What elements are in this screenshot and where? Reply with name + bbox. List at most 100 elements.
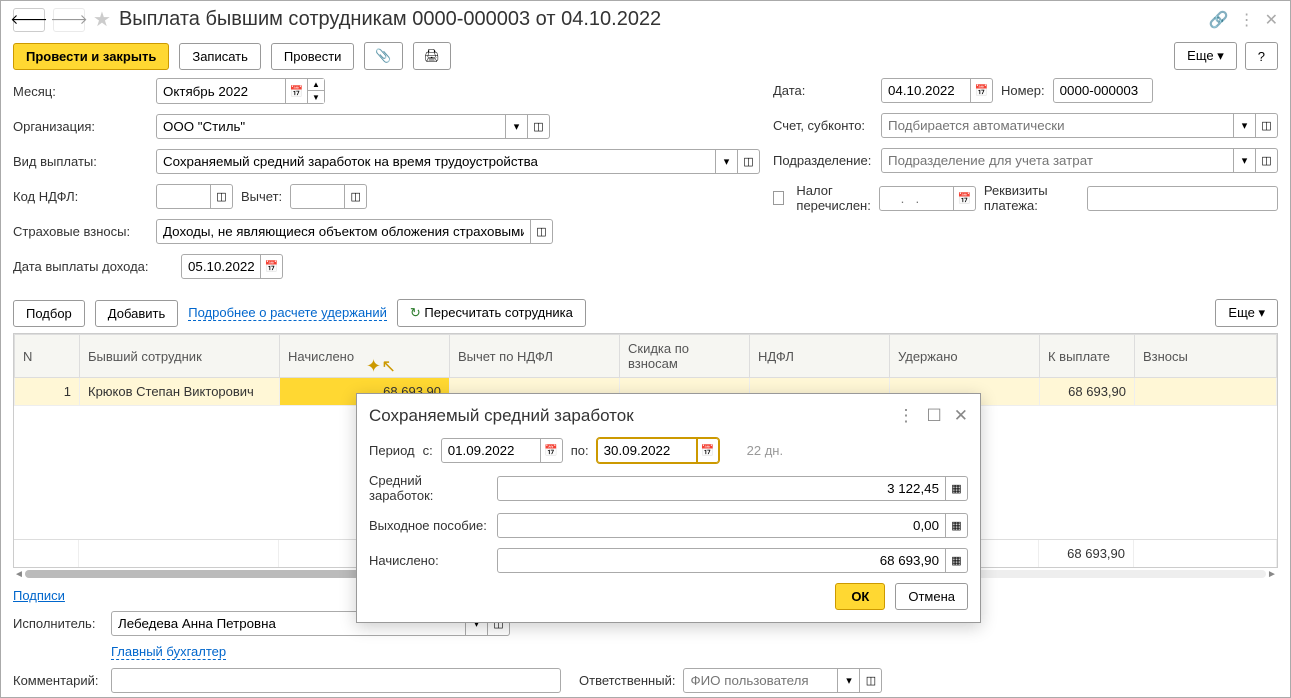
open-icon[interactable]: ◫ (211, 184, 233, 209)
period-to-input[interactable] (597, 438, 697, 463)
total-to-pay: 68 693,90 (1039, 540, 1134, 567)
responsible-label: Ответственный: (579, 673, 675, 688)
number-input[interactable] (1053, 78, 1153, 103)
account-input[interactable] (881, 113, 1234, 138)
open-icon[interactable]: ◫ (860, 668, 882, 693)
month-up[interactable]: ▲ (308, 79, 324, 91)
open-icon[interactable]: ◫ (531, 219, 553, 244)
post-and-close-button[interactable]: Провести и закрыть (13, 43, 169, 70)
payout-date-label: Дата выплаты дохода: (13, 259, 173, 274)
calc-icon[interactable]: ▦ (946, 513, 968, 538)
org-input[interactable] (156, 114, 506, 139)
comment-label: Комментарий: (13, 673, 103, 688)
more-button-1[interactable]: Еще ▾ (1174, 42, 1237, 70)
more-button-2[interactable]: Еще ▾ (1215, 299, 1278, 327)
payout-date-input[interactable] (181, 254, 261, 279)
date-label: Дата: (773, 83, 873, 98)
calendar-icon[interactable]: 📅 (954, 186, 976, 211)
avg-salary-input[interactable] (497, 476, 946, 501)
req-input[interactable] (1087, 186, 1278, 211)
kebab-icon[interactable]: ⋮ (1239, 10, 1255, 30)
period-label: Период (369, 443, 415, 458)
col-to-pay[interactable]: К выплате (1040, 335, 1135, 378)
col-contrib[interactable]: Взносы (1135, 335, 1277, 378)
month-down[interactable]: ▼ (308, 91, 324, 103)
calendar-icon[interactable]: 📅 (697, 438, 719, 463)
chief-accountant-link[interactable]: Главный бухгалтер (111, 644, 226, 660)
open-icon[interactable]: ◫ (738, 149, 760, 174)
type-label: Вид выплаты: (13, 154, 148, 169)
deduction-input[interactable] (290, 184, 345, 209)
col-accrued[interactable]: Начислено (280, 335, 450, 378)
signatures-link[interactable]: Подписи (13, 588, 65, 603)
month-input[interactable] (156, 78, 286, 104)
add-button[interactable]: Добавить (95, 300, 178, 327)
severance-label: Выходное пособие: (369, 518, 489, 533)
cell-to-pay: 68 693,90 (1040, 378, 1135, 406)
account-label: Счет, субконто: (773, 118, 873, 133)
dropdown-icon[interactable]: ▾ (1234, 148, 1256, 173)
date-input[interactable] (881, 78, 971, 103)
star-icon[interactable]: ★ (93, 7, 111, 32)
tax-date-input[interactable] (879, 186, 954, 211)
cell-n: 1 (15, 378, 80, 406)
print-button[interactable]: 🖨 (413, 42, 452, 70)
dropdown-icon[interactable]: ▾ (838, 668, 860, 693)
popup-title: Сохраняемый средний заработок (369, 406, 634, 426)
deduction-label: Вычет: (241, 189, 282, 204)
calendar-icon[interactable]: 📅 (541, 438, 563, 463)
pick-button[interactable]: Подбор (13, 300, 85, 327)
period-from-input[interactable] (441, 438, 541, 463)
severance-input[interactable] (497, 513, 946, 538)
ndfl-code-input[interactable] (156, 184, 211, 209)
req-label: Реквизиты платежа: (984, 183, 1079, 213)
dept-input[interactable] (881, 148, 1234, 173)
refresh-icon: ↻ (410, 305, 421, 320)
popup-accrued-input[interactable] (497, 548, 946, 573)
dropdown-icon[interactable]: ▾ (1234, 113, 1256, 138)
type-input[interactable] (156, 149, 716, 174)
col-contrib-discount[interactable]: Скидка по взносам (620, 335, 750, 378)
month-label: Месяц: (13, 84, 148, 99)
open-icon[interactable]: ◫ (528, 114, 550, 139)
col-employee[interactable]: Бывший сотрудник (80, 335, 280, 378)
details-link[interactable]: Подробнее о расчете удержаний (188, 305, 387, 321)
open-icon[interactable]: ◫ (1256, 148, 1278, 173)
tax-paid-checkbox[interactable] (773, 191, 784, 205)
contrib-input[interactable] (156, 219, 531, 244)
col-ndfl[interactable]: НДФЛ (750, 335, 890, 378)
to-label: по: (571, 443, 589, 458)
calc-icon[interactable]: ▦ (946, 476, 968, 501)
col-withheld[interactable]: Удержано (890, 335, 1040, 378)
open-icon[interactable]: ◫ (1256, 113, 1278, 138)
forward-button[interactable]: 🡒 (53, 8, 85, 32)
tax-paid-label: Налог перечислен: (796, 183, 870, 213)
open-icon[interactable]: ◫ (345, 184, 367, 209)
col-n[interactable]: N (15, 335, 80, 378)
dropdown-icon[interactable]: ▾ (506, 114, 528, 139)
popup-close-icon[interactable]: ✕ (954, 406, 968, 426)
dropdown-icon[interactable]: ▾ (716, 149, 738, 174)
cell-employee: Крюков Степан Викторович (80, 378, 280, 406)
calc-icon[interactable]: ▦ (946, 548, 968, 573)
responsible-input[interactable] (683, 668, 838, 693)
calendar-icon[interactable]: 📅 (971, 78, 993, 103)
avg-salary-label: Средний заработок: (369, 473, 489, 503)
help-button[interactable]: ? (1245, 42, 1278, 70)
link-icon[interactable]: 🔗 (1209, 10, 1229, 30)
close-icon[interactable]: ✕ (1265, 10, 1278, 30)
popup-maximize-icon[interactable]: ☐ (927, 406, 942, 426)
calendar-icon[interactable]: 📅 (286, 78, 308, 104)
calendar-icon[interactable]: 📅 (261, 254, 283, 279)
write-button[interactable]: Записать (179, 43, 261, 70)
ok-button[interactable]: ОК (835, 583, 885, 610)
col-ndfl-deduction[interactable]: Вычет по НДФЛ (450, 335, 620, 378)
back-button[interactable]: 🡐 (13, 8, 45, 32)
org-label: Организация: (13, 119, 148, 134)
comment-input[interactable] (111, 668, 561, 693)
recalc-button[interactable]: ↻ Пересчитать сотрудника (397, 299, 586, 327)
cancel-button[interactable]: Отмена (895, 583, 968, 610)
attach-button[interactable]: 📎 (364, 42, 402, 70)
post-button[interactable]: Провести (271, 43, 355, 70)
popup-kebab-icon[interactable]: ⋮ (898, 406, 915, 426)
